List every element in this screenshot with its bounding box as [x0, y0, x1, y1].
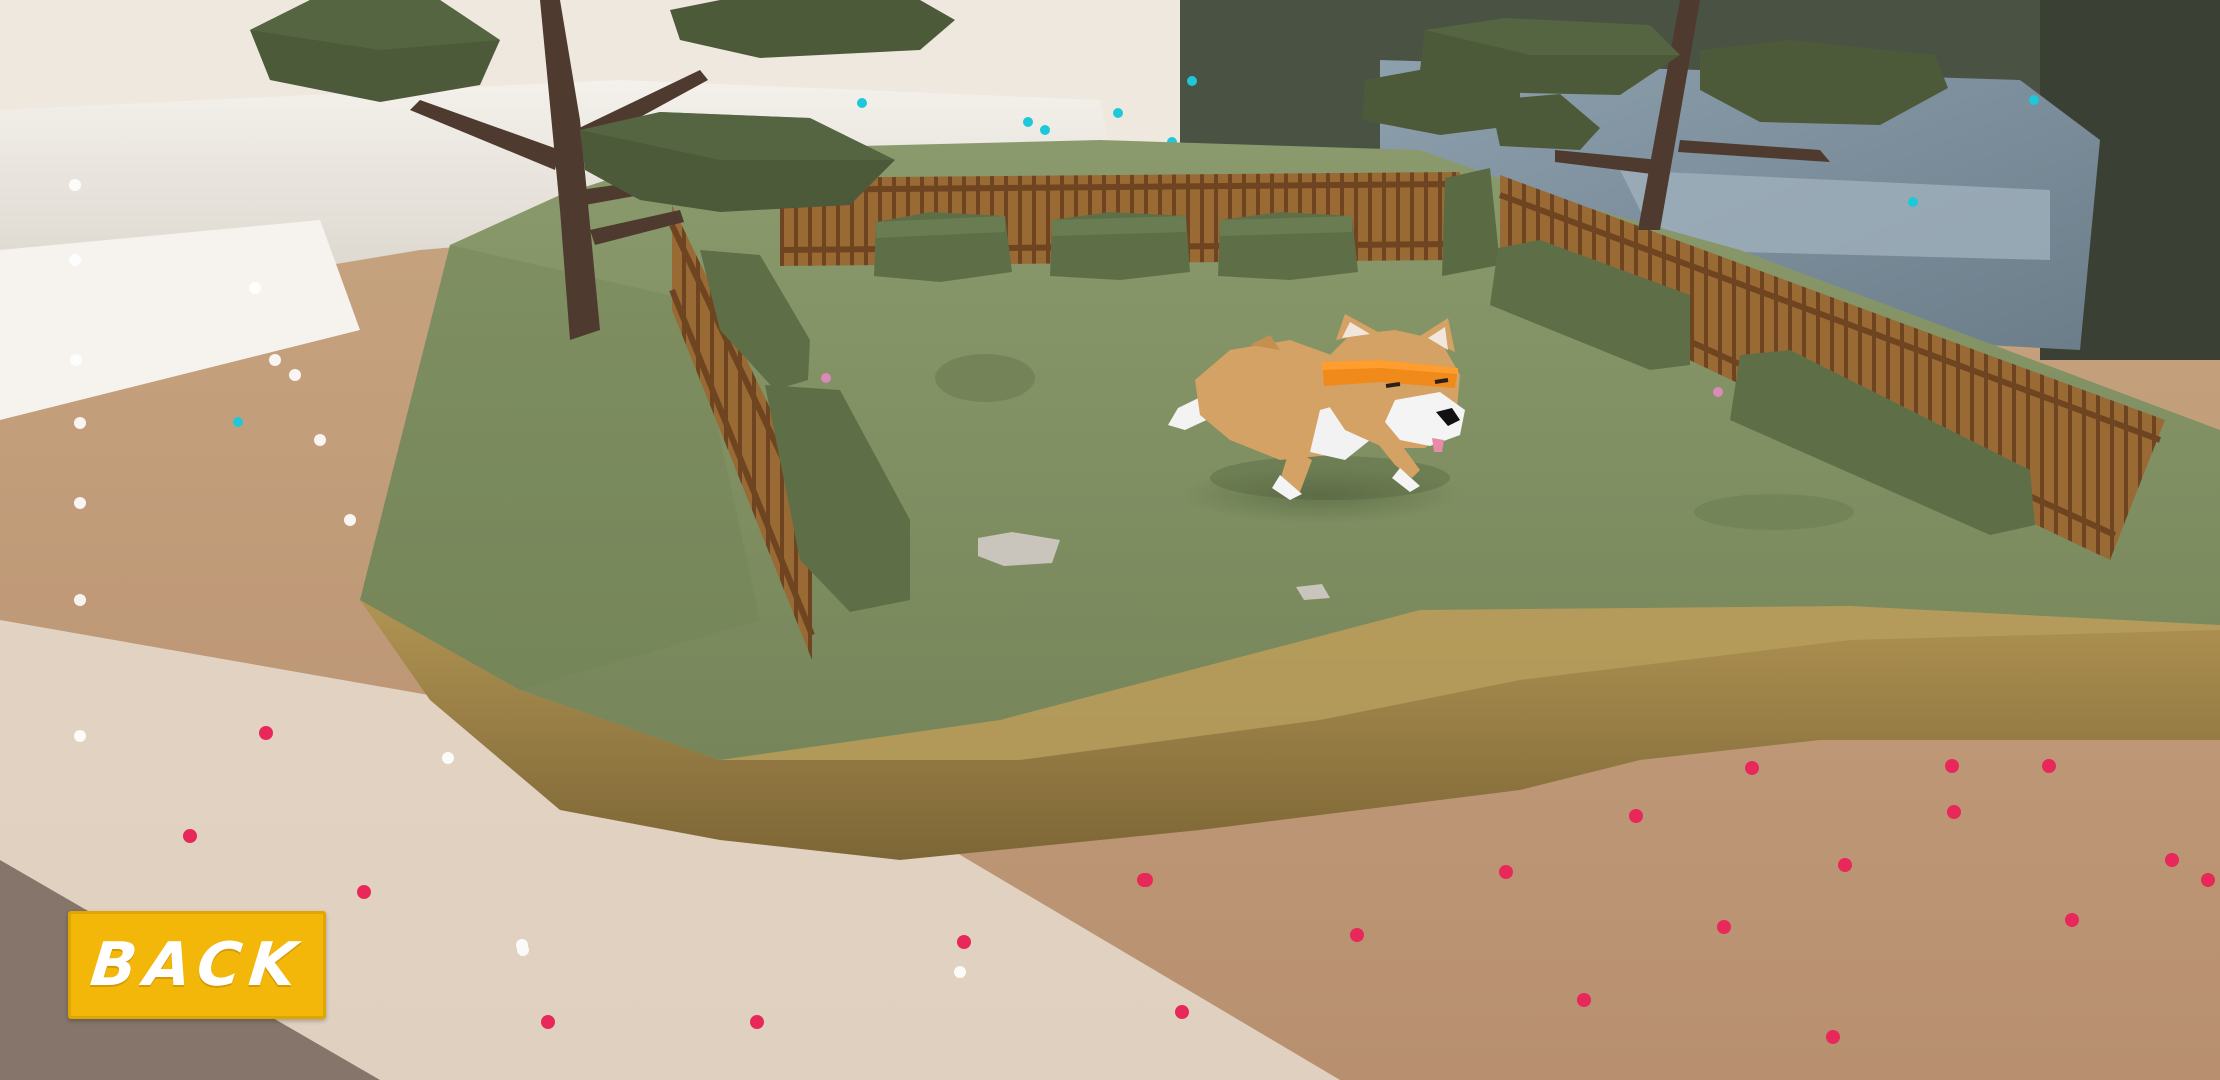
ar-dot: [2042, 759, 2056, 773]
ar-dot: [74, 594, 86, 606]
ar-dot: [2065, 913, 2079, 927]
flower: [821, 373, 831, 383]
ar-dot: [957, 935, 971, 949]
ar-dot: [1040, 125, 1050, 135]
ar-dot: [1826, 1030, 1840, 1044]
ar-dot: [289, 369, 301, 381]
ar-dot: [233, 417, 243, 427]
ar-dot: [442, 752, 454, 764]
ar-dot: [954, 966, 966, 978]
ar-dot: [2165, 853, 2179, 867]
ar-dot: [1113, 108, 1123, 118]
ar-dot: [1945, 759, 1959, 773]
ar-dot: [69, 179, 81, 191]
back-button-label: BACK: [86, 930, 308, 1000]
ar-dot: [1717, 920, 1731, 934]
ar-dot: [1745, 761, 1759, 775]
ar-dot: [1350, 928, 1364, 942]
ar-dot: [344, 514, 356, 526]
ar-dot: [1137, 873, 1151, 887]
flower: [1713, 387, 1723, 397]
ar-dot: [249, 282, 261, 294]
ar-dot: [857, 98, 867, 108]
ar-scene[interactable]: BACK: [0, 0, 2220, 1080]
ar-dot: [74, 730, 86, 742]
ar-dot: [516, 939, 528, 951]
ar-dot: [1175, 1005, 1189, 1019]
ar-dot: [69, 254, 81, 266]
ar-dot: [74, 497, 86, 509]
ar-dot: [2029, 95, 2039, 105]
ar-dot: [314, 434, 326, 446]
ar-dot: [1023, 117, 1033, 127]
ar-dot: [2201, 873, 2215, 887]
ar-dot: [357, 885, 371, 899]
ar-dot: [1629, 809, 1643, 823]
ar-dot: [1499, 865, 1513, 879]
ar-dot: [541, 1015, 555, 1029]
ar-scene-canvas[interactable]: [0, 0, 2220, 1080]
ar-dot: [1577, 993, 1591, 1007]
ar-dot: [70, 354, 82, 366]
ar-dot: [183, 829, 197, 843]
ar-dot: [269, 354, 281, 366]
ar-dot: [1187, 76, 1197, 86]
ar-dot: [1908, 197, 1918, 207]
ar-dot: [1838, 858, 1852, 872]
ar-dot: [750, 1015, 764, 1029]
ar-dot: [74, 417, 86, 429]
ar-dot: [259, 726, 273, 740]
back-button[interactable]: BACK: [68, 911, 326, 1019]
ar-dot: [1947, 805, 1961, 819]
